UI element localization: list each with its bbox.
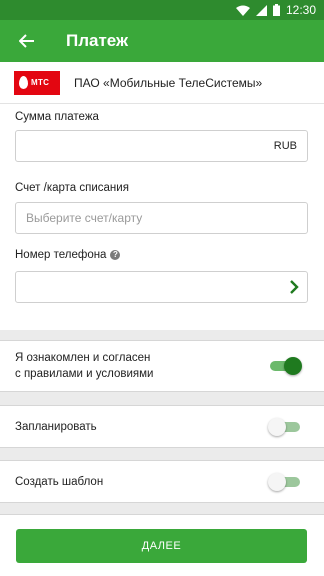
back-button[interactable] bbox=[0, 20, 54, 62]
currency-label: RUB bbox=[273, 140, 297, 152]
provider-row: МТС ПАО «Мобильные ТелеСистемы» bbox=[0, 62, 324, 104]
wifi-icon bbox=[235, 5, 250, 16]
amount-input[interactable] bbox=[16, 131, 274, 161]
phone-label: Номер телефона bbox=[15, 249, 107, 261]
template-row[interactable]: Создать шаблон bbox=[0, 460, 324, 503]
account-field[interactable] bbox=[15, 202, 308, 234]
switch-thumb bbox=[268, 472, 286, 491]
signal-icon bbox=[255, 4, 267, 16]
phone-field[interactable] bbox=[15, 271, 308, 303]
account-input[interactable] bbox=[16, 203, 307, 233]
status-bar: 12:30 bbox=[0, 0, 324, 20]
agree-switch[interactable] bbox=[268, 356, 302, 376]
app-bar: Платеж bbox=[0, 20, 324, 62]
payment-form: Сумма платежа RUB Счет /карта списания Н… bbox=[0, 104, 324, 330]
phone-label-row: Номер телефона? bbox=[15, 249, 121, 261]
mts-logo: МТС bbox=[14, 70, 60, 95]
amount-field[interactable]: RUB bbox=[15, 130, 308, 162]
amount-label: Сумма платежа bbox=[15, 111, 99, 123]
template-switch[interactable] bbox=[268, 472, 302, 492]
mts-egg-icon bbox=[19, 76, 28, 89]
schedule-switch[interactable] bbox=[268, 417, 302, 437]
help-icon[interactable]: ? bbox=[110, 249, 121, 260]
next-button[interactable]: ДАЛЕЕ bbox=[16, 529, 307, 563]
bottom-bar: ДАЛЕЕ bbox=[0, 514, 324, 576]
agree-label: Я ознакомлен и согласен с правилами и ус… bbox=[15, 350, 268, 382]
schedule-row[interactable]: Запланировать bbox=[0, 405, 324, 448]
schedule-label: Запланировать bbox=[15, 420, 97, 433]
switch-thumb bbox=[284, 357, 302, 375]
arrow-left-icon bbox=[19, 34, 34, 48]
agree-label-line2: с правилами и условиями bbox=[15, 368, 154, 380]
status-time: 12:30 bbox=[285, 3, 316, 17]
provider-name: ПАО «Мобильные ТелеСистемы» bbox=[74, 75, 263, 90]
page-title: Платеж bbox=[66, 31, 129, 50]
agree-row[interactable]: Я ознакомлен и согласен с правилами и ус… bbox=[0, 340, 324, 392]
battery-icon bbox=[272, 4, 280, 16]
template-label: Создать шаблон bbox=[15, 475, 104, 488]
switch-thumb bbox=[268, 417, 286, 436]
agree-label-line1: Я ознакомлен и согласен bbox=[15, 352, 151, 364]
account-label: Счет /карта списания bbox=[15, 182, 129, 194]
mts-logo-text: МТС bbox=[31, 78, 50, 87]
chevron-right-icon[interactable] bbox=[289, 279, 299, 295]
phone-input[interactable] bbox=[16, 272, 289, 302]
